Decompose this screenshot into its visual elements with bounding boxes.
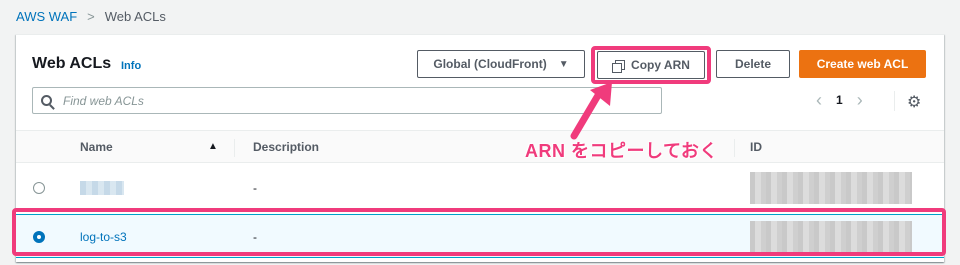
table-header: Name ▲ Description ID — [16, 130, 944, 163]
redacted-name — [80, 181, 124, 195]
column-divider — [734, 139, 735, 157]
breadcrumb-current: Web ACLs — [104, 9, 166, 24]
row-radio-selected[interactable] — [33, 231, 45, 243]
cell-name-link[interactable]: log-to-s3 — [80, 230, 127, 244]
cell-description: - — [253, 181, 257, 195]
delete-button[interactable]: Delete — [716, 50, 790, 78]
redacted-id — [750, 172, 912, 204]
pagination: ‹ 1 › — [816, 91, 863, 109]
sort-ascending-icon[interactable]: ▲ — [208, 141, 218, 152]
web-acls-panel: Web ACLs Info Global (CloudFront) ▼ Copy… — [16, 34, 944, 262]
chevron-right-icon[interactable]: › — [857, 91, 863, 109]
column-header-name[interactable]: Name — [80, 140, 113, 154]
column-header-description[interactable]: Description — [253, 140, 319, 154]
copy-arn-label: Copy ARN — [631, 58, 690, 72]
search-icon — [41, 95, 52, 106]
region-select-value: Global (CloudFront) — [433, 57, 547, 71]
page-title: Web ACLs — [32, 55, 112, 72]
caret-down-icon: ▼ — [558, 58, 569, 70]
chevron-left-icon[interactable]: ‹ — [816, 91, 822, 109]
annotation-arrow-icon — [570, 82, 612, 140]
breadcrumb: AWS WAF > Web ACLs — [16, 9, 166, 24]
copy-arn-button[interactable]: Copy ARN — [597, 51, 705, 79]
info-link[interactable]: Info — [121, 60, 141, 72]
column-divider — [234, 139, 235, 157]
row-radio[interactable] — [33, 182, 45, 194]
breadcrumb-separator: > — [87, 9, 95, 24]
pagination-divider — [894, 91, 895, 111]
search-placeholder: Find web ACLs — [63, 93, 144, 108]
create-web-acl-button[interactable]: Create web ACL — [799, 50, 926, 78]
breadcrumb-aws-waf[interactable]: AWS WAF — [16, 9, 77, 24]
annotation-text: ARN をコピーしておく — [525, 141, 718, 161]
region-select[interactable]: Global (CloudFront) ▼ — [417, 50, 585, 78]
page-number[interactable]: 1 — [836, 93, 843, 107]
table-row[interactable]: - — [16, 166, 944, 210]
column-header-id[interactable]: ID — [750, 140, 762, 154]
copy-icon — [612, 59, 626, 73]
table-row-selected[interactable]: log-to-s3 - — [16, 214, 944, 258]
redacted-id — [750, 221, 912, 253]
cell-description: - — [253, 230, 257, 244]
gear-icon[interactable]: ⚙ — [907, 92, 921, 112]
